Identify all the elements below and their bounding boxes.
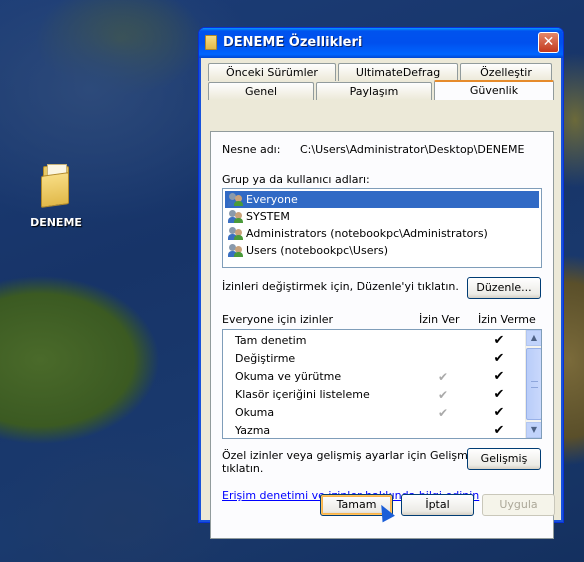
- scroll-up-icon[interactable]: ▲: [526, 330, 541, 346]
- permission-name: Klasör içeriğini listeleme: [235, 388, 370, 401]
- deny-check-icon: ✔: [493, 405, 505, 420]
- advanced-hint-line2: tıklatın.: [222, 462, 264, 475]
- permission-name: Okuma ve yürütme: [235, 370, 342, 383]
- title-bar[interactable]: DENEME Özellikleri ✕: [199, 28, 563, 58]
- edit-button[interactable]: Düzenle...: [467, 277, 541, 299]
- advanced-button[interactable]: Gelişmiş: [467, 448, 541, 470]
- user-group-icon: [228, 244, 244, 257]
- permission-name: Tam denetim: [235, 334, 307, 347]
- close-button[interactable]: ✕: [538, 32, 559, 53]
- object-path: C:\Users\Administrator\Desktop\DENEME: [300, 143, 525, 156]
- folder-icon: [39, 164, 73, 208]
- user-list[interactable]: Everyone SYSTEM Administrators (notebook…: [222, 188, 542, 268]
- deny-check-icon: ✔: [493, 333, 505, 348]
- desktop-folder-deneme[interactable]: DENEME: [22, 164, 90, 229]
- tab-general[interactable]: Genel: [208, 82, 314, 100]
- permission-row: Yazma ✔: [223, 422, 525, 438]
- user-name: Users (notebookpc\Users): [246, 244, 389, 257]
- permission-name: Değiştirme: [235, 352, 296, 365]
- tab-customize[interactable]: Özelleştir: [460, 63, 552, 81]
- list-item-everyone[interactable]: Everyone: [225, 191, 539, 208]
- deny-column-header: İzin Verme: [478, 313, 536, 326]
- permissions-header: Everyone için izinler: [222, 313, 334, 326]
- tab-previous-versions[interactable]: Önceki Sürümler: [208, 63, 336, 81]
- allow-check-icon: ✔: [437, 388, 449, 402]
- deny-check-icon: ✔: [493, 423, 505, 438]
- groups-label: Grup ya da kullanıcı adları:: [222, 173, 370, 186]
- permission-row: Değiştirme ✔: [223, 350, 525, 368]
- permission-row: Okuma ✔ ✔: [223, 404, 525, 422]
- list-item-administrators[interactable]: Administrators (notebookpc\Administrator…: [225, 225, 488, 242]
- user-group-icon: [228, 227, 244, 240]
- tab-sharing[interactable]: Paylaşım: [316, 82, 432, 100]
- tab-ultimatedefrag[interactable]: UltimateDefrag: [338, 63, 458, 81]
- allow-column-header: İzin Ver: [419, 313, 460, 326]
- permission-row: Tam denetim ✔: [223, 332, 525, 350]
- properties-window: DENEME Özellikleri ✕ Önceki Sürümler Ult…: [198, 27, 564, 539]
- permissions-list[interactable]: Tam denetim ✔ Değiştirme ✔ Okuma ve yürü…: [222, 329, 542, 439]
- allow-check-icon: ✔: [437, 370, 449, 384]
- apply-button[interactable]: Uygula: [482, 494, 555, 516]
- scroll-thumb[interactable]: [526, 348, 541, 420]
- permission-name: Okuma: [235, 406, 275, 419]
- object-name-label: Nesne adı:: [222, 143, 281, 156]
- desktop-icon-label: DENEME: [30, 216, 82, 229]
- list-item-system[interactable]: SYSTEM: [225, 208, 290, 225]
- window-body: Önceki Sürümler UltimateDefrag Özelleşti…: [202, 58, 560, 539]
- permissions-scrollbar[interactable]: ▲ ▼: [525, 330, 541, 438]
- user-name: SYSTEM: [246, 210, 290, 223]
- user-group-icon: [228, 193, 244, 206]
- deny-check-icon: ✔: [493, 351, 505, 366]
- tab-security[interactable]: Güvenlik: [434, 80, 554, 100]
- permission-row: Klasör içeriğini listeleme ✔ ✔: [223, 386, 525, 404]
- edit-hint: İzinleri değiştirmek için, Düzenle'yi tı…: [222, 280, 459, 293]
- permission-name: Yazma: [235, 424, 271, 437]
- user-name: Administrators (notebookpc\Administrator…: [246, 227, 488, 240]
- list-item-users[interactable]: Users (notebookpc\Users): [225, 242, 388, 259]
- window-title: DENEME Özellikleri: [223, 35, 363, 50]
- folder-icon: [205, 35, 217, 50]
- user-name: Everyone: [246, 193, 298, 206]
- scroll-down-icon[interactable]: ▼: [526, 422, 541, 438]
- permission-row: Okuma ve yürütme ✔ ✔: [223, 368, 525, 386]
- user-group-icon: [228, 210, 244, 223]
- deny-check-icon: ✔: [493, 369, 505, 384]
- cancel-button[interactable]: İptal: [401, 494, 474, 516]
- deny-check-icon: ✔: [493, 387, 505, 402]
- allow-check-icon: ✔: [437, 406, 449, 420]
- advanced-hint-line1: Özel izinler veya gelişmiş ayarlar için …: [222, 449, 483, 462]
